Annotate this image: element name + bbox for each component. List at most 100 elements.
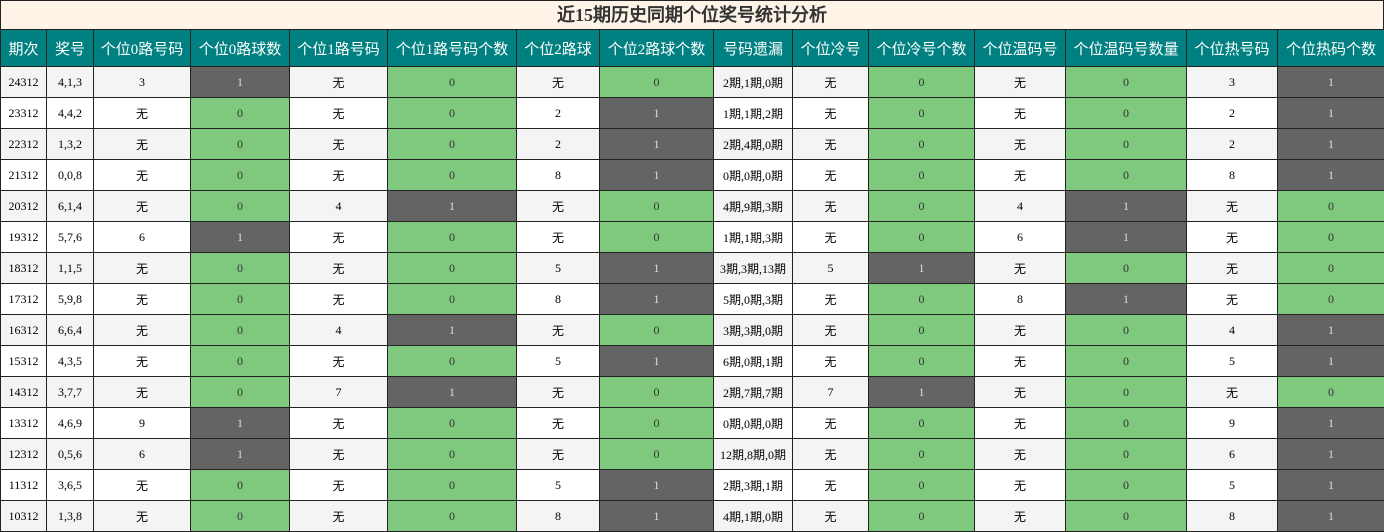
table-cell: 无 bbox=[94, 501, 191, 532]
table-cell: 1 bbox=[1278, 501, 1384, 532]
table-cell: 1 bbox=[1066, 222, 1187, 253]
table-cell: 1 bbox=[191, 439, 290, 470]
column-header: 奖号 bbox=[47, 30, 94, 67]
column-header: 个位冷号个数 bbox=[869, 30, 975, 67]
table-cell: 1 bbox=[869, 377, 975, 408]
table-cell: 无 bbox=[975, 501, 1066, 532]
table-row: 103121,3,8无0无0814期,1期,0期无0无081 bbox=[1, 501, 1384, 532]
table-cell: 0 bbox=[600, 408, 714, 439]
table-cell: 5 bbox=[1187, 346, 1278, 377]
table-row: 173125,9,8无0无0815期,0期,3期无081无0 bbox=[1, 284, 1384, 315]
table-cell: 12312 bbox=[1, 439, 47, 470]
table-cell: 3,6,5 bbox=[47, 470, 94, 501]
table-cell: 无 bbox=[793, 408, 869, 439]
table-cell: 无 bbox=[290, 222, 388, 253]
table-cell: 18312 bbox=[1, 253, 47, 284]
table-cell: 4期,9期,3期 bbox=[714, 191, 793, 222]
table-cell: 0 bbox=[869, 346, 975, 377]
table-cell: 4,6,9 bbox=[47, 408, 94, 439]
table-cell: 0 bbox=[388, 98, 517, 129]
table-cell: 0 bbox=[869, 315, 975, 346]
table-cell: 0期,0期,0期 bbox=[714, 408, 793, 439]
table-cell: 1 bbox=[600, 98, 714, 129]
table-cell: 6,6,4 bbox=[47, 315, 94, 346]
table-cell: 无 bbox=[793, 67, 869, 98]
table-cell: 0 bbox=[191, 129, 290, 160]
table-cell: 0,5,6 bbox=[47, 439, 94, 470]
table-cell: 0 bbox=[1278, 253, 1384, 284]
table-cell: 0 bbox=[1278, 284, 1384, 315]
table-cell: 无 bbox=[94, 191, 191, 222]
table-cell: 1 bbox=[1066, 191, 1187, 222]
table-cell: 无 bbox=[517, 439, 600, 470]
table-cell: 1 bbox=[191, 67, 290, 98]
table-cell: 0 bbox=[388, 67, 517, 98]
table-cell: 无 bbox=[975, 315, 1066, 346]
table-cell: 0 bbox=[1278, 191, 1384, 222]
table-cell: 6期,0期,1期 bbox=[714, 346, 793, 377]
header-row: 期次奖号个位0路号码个位0路球数个位1路号码个位1路号码个数个位2路球个位2路球… bbox=[1, 30, 1384, 67]
stats-table: 期次奖号个位0路号码个位0路球数个位1路号码个位1路号码个数个位2路球个位2路球… bbox=[0, 29, 1384, 532]
table-cell: 1 bbox=[600, 284, 714, 315]
table-cell: 1 bbox=[1278, 470, 1384, 501]
table-cell: 0 bbox=[869, 470, 975, 501]
column-header: 个位1路号码个数 bbox=[388, 30, 517, 67]
column-header: 个位0路号码 bbox=[94, 30, 191, 67]
page-title: 近15期历史同期个位奖号统计分析 bbox=[0, 0, 1384, 29]
table-cell: 0 bbox=[1278, 222, 1384, 253]
column-header: 个位热号码 bbox=[1187, 30, 1278, 67]
table-row: 153124,3,5无0无0516期,0期,1期无0无051 bbox=[1, 346, 1384, 377]
table-cell: 1 bbox=[600, 129, 714, 160]
stats-page: 近15期历史同期个位奖号统计分析 期次奖号个位0路号码个位0路球数个位1路号码个… bbox=[0, 0, 1384, 531]
table-cell: 5 bbox=[517, 346, 600, 377]
table-cell: 0 bbox=[1066, 315, 1187, 346]
table-cell: 0 bbox=[388, 439, 517, 470]
table-cell: 无 bbox=[793, 222, 869, 253]
column-header: 个位2路球个数 bbox=[600, 30, 714, 67]
table-cell: 2期,1期,0期 bbox=[714, 67, 793, 98]
table-cell: 21312 bbox=[1, 160, 47, 191]
table-cell: 0 bbox=[600, 222, 714, 253]
table-cell: 0 bbox=[191, 191, 290, 222]
table-cell: 无 bbox=[290, 160, 388, 191]
table-row: 163126,6,4无041无03期,3期,0期无0无041 bbox=[1, 315, 1384, 346]
table-cell: 1 bbox=[600, 253, 714, 284]
table-cell: 1 bbox=[191, 408, 290, 439]
table-cell: 1 bbox=[600, 501, 714, 532]
table-cell: 无 bbox=[1187, 284, 1278, 315]
table-cell: 23312 bbox=[1, 98, 47, 129]
table-cell: 无 bbox=[517, 315, 600, 346]
column-header: 个位1路号码 bbox=[290, 30, 388, 67]
table-cell: 0 bbox=[388, 408, 517, 439]
table-cell: 无 bbox=[975, 160, 1066, 191]
table-cell: 0 bbox=[191, 160, 290, 191]
table-cell: 0 bbox=[869, 191, 975, 222]
table-cell: 8 bbox=[517, 160, 600, 191]
table-cell: 0 bbox=[191, 470, 290, 501]
table-cell: 3期,3期,0期 bbox=[714, 315, 793, 346]
table-cell: 8 bbox=[975, 284, 1066, 315]
table-cell: 1 bbox=[1278, 160, 1384, 191]
table-cell: 22312 bbox=[1, 129, 47, 160]
table-cell: 24312 bbox=[1, 67, 47, 98]
table-body: 243124,1,331无0无02期,1期,0期无0无031233124,4,2… bbox=[1, 67, 1384, 532]
table-row: 223121,3,2无0无0212期,4期,0期无0无021 bbox=[1, 129, 1384, 160]
table-row: 193125,7,661无0无01期,1期,3期无061无0 bbox=[1, 222, 1384, 253]
table-cell: 0 bbox=[600, 439, 714, 470]
table-cell: 0 bbox=[388, 284, 517, 315]
table-cell: 8 bbox=[517, 501, 600, 532]
table-cell: 1期,1期,3期 bbox=[714, 222, 793, 253]
table-cell: 16312 bbox=[1, 315, 47, 346]
table-cell: 1 bbox=[1278, 98, 1384, 129]
table-cell: 4,4,2 bbox=[47, 98, 94, 129]
table-row: 123120,5,661无0无012期,8期,0期无0无061 bbox=[1, 439, 1384, 470]
table-cell: 1 bbox=[600, 346, 714, 377]
table-cell: 4,1,3 bbox=[47, 67, 94, 98]
table-cell: 1 bbox=[1278, 67, 1384, 98]
table-cell: 7 bbox=[793, 377, 869, 408]
table-cell: 0 bbox=[388, 470, 517, 501]
table-cell: 1 bbox=[1278, 408, 1384, 439]
table-cell: 无 bbox=[793, 191, 869, 222]
table-cell: 0 bbox=[388, 160, 517, 191]
table-cell: 0 bbox=[191, 98, 290, 129]
